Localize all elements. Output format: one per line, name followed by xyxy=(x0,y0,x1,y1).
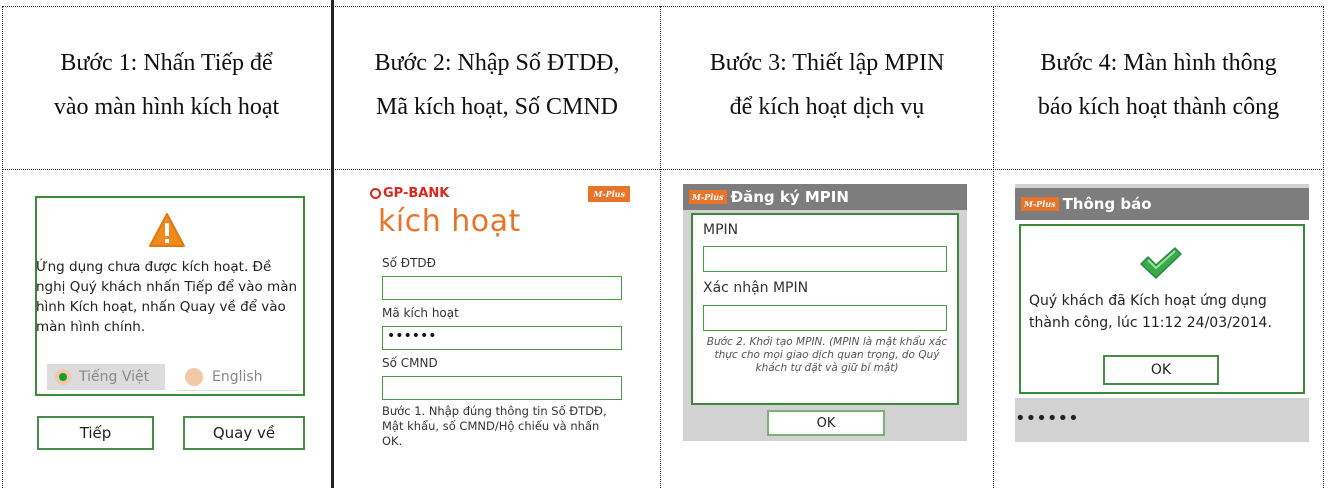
warning-icon xyxy=(149,213,185,247)
mplus-badge: M-Plus xyxy=(1021,197,1059,211)
step2-screenshot: GP-BANK M-Plus kích hoạt Số ĐTDĐ Mã kích… xyxy=(370,184,632,460)
mpin-field[interactable] xyxy=(703,246,947,272)
id-label: Số CMND xyxy=(382,356,438,370)
back-button[interactable]: Quay về xyxy=(183,416,305,450)
header-step-3-line1: Bước 3: Thiết lập MPIN xyxy=(709,49,945,76)
confirm-mpin-field[interactable] xyxy=(703,305,947,331)
lang-vi-label: Tiếng Việt xyxy=(79,369,150,385)
checkmark-icon xyxy=(1140,247,1182,279)
header-step-4: Bước 4: Màn hình thông báo kích hoạt thàn… xyxy=(994,0,1323,169)
phone-field[interactable] xyxy=(382,276,622,300)
lang-vi-option[interactable]: Tiếng Việt xyxy=(47,364,165,390)
header-step-2-line1: Bước 2: Nhập Số ĐTDĐ, xyxy=(374,49,620,76)
step4-ok-button[interactable]: OK xyxy=(1103,355,1219,385)
header-step-1-line1: Bước 1: Nhấn Tiếp để xyxy=(60,49,273,76)
step1-screenshot: Ứng dụng chưa được kích hoạt. Đề nghị Qu… xyxy=(27,184,313,456)
mplus-badge: M-Plus xyxy=(588,186,630,202)
step3-screenshot: M-Plus Đăng ký MPIN MPIN Xác nhận MPIN B… xyxy=(683,184,967,441)
bank-logo: GP-BANK xyxy=(370,186,449,201)
bank-logo-icon xyxy=(370,188,381,199)
step3-titlebar: M-Plus Đăng ký MPIN xyxy=(683,184,967,210)
step3-ok-button[interactable]: OK xyxy=(767,410,885,436)
step4-message: Quý khách đã Kích hoạt ứng dụng thành cô… xyxy=(1029,293,1272,331)
lang-en-option[interactable]: English xyxy=(177,364,299,391)
table-right-border xyxy=(1323,6,1324,488)
activation-code-value: •••••• xyxy=(387,328,437,344)
header-step-2: Bước 2: Nhập Số ĐTDĐ, Mã kích hoạt, Số CM… xyxy=(334,0,660,169)
step2-instructions: Bước 1. Nhập đúng thông tin Số ĐTDĐ, Mật… xyxy=(382,404,607,448)
header-step-3: Bước 3: Thiết lập MPIN để kích hoạt dịch … xyxy=(661,0,993,169)
activation-code-field[interactable]: •••••• xyxy=(382,326,622,350)
step3-title: Đăng ký MPIN xyxy=(730,188,849,206)
next-button[interactable]: Tiếp xyxy=(37,416,154,450)
mplus-badge: M-Plus xyxy=(689,190,727,204)
header-step-4-line2: báo kích hoạt thành công xyxy=(1037,93,1280,120)
lang-en-label: English xyxy=(212,369,263,385)
id-field[interactable] xyxy=(382,376,622,400)
step4-title: Thông báo xyxy=(1062,195,1152,213)
radio-selected-icon xyxy=(55,369,71,385)
header-step-3-line2: để kích hoạt dịch vụ xyxy=(729,93,925,120)
code-label: Mã kích hoạt xyxy=(382,306,459,320)
step1-message: Ứng dụng chưa được kích hoạt. Đề nghị Qu… xyxy=(36,259,298,335)
phone-label: Số ĐTDĐ xyxy=(382,256,436,270)
header-step-1-line2: vào màn hình kích hoạt xyxy=(53,93,280,120)
password-dots: •••••• xyxy=(1015,408,1079,429)
header-step-4-line1: Bước 4: Màn hình thông xyxy=(1040,49,1277,76)
mpin-label: MPIN xyxy=(703,222,739,238)
bank-logo-text: GP-BANK xyxy=(383,186,450,201)
header-step-1: Bước 1: Nhấn Tiếp để vào màn hình kích ho… xyxy=(2,0,331,169)
step4-screenshot: M-Plus Thông báo Quý khách đã Kích hoạt … xyxy=(1015,184,1309,442)
header-row-divider xyxy=(2,169,1324,170)
radio-unselected-icon xyxy=(185,368,203,386)
step3-note: Bước 2. Khởi tạo MPIN. (MPIN là mật khẩu… xyxy=(706,336,948,374)
confirm-mpin-label: Xác nhận MPIN xyxy=(703,280,809,296)
header-step-2-line2: Mã kích hoạt, Số CMND xyxy=(375,93,618,120)
step4-titlebar: M-Plus Thông báo xyxy=(1015,188,1309,220)
step2-title: kích hoạt xyxy=(378,204,521,239)
